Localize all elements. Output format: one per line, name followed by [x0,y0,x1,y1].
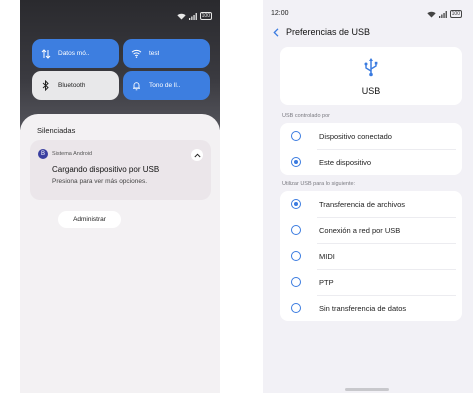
option-label: Sin transferencia de datos [319,303,407,313]
tile-ringtone[interactable]: Tono de ll.. [123,71,210,100]
tile-label: Bluetooth [58,82,86,89]
chevron-up-icon[interactable] [191,149,203,161]
option-midi[interactable]: MIDI [280,243,462,269]
radio-button[interactable] [291,277,301,287]
usb-icon [364,58,378,77]
section-title-silenced: Silenciadas [37,126,76,135]
status-time: 12:00 [271,10,289,17]
option-connected-device[interactable]: Dispositivo conectado [280,123,462,149]
usb-header-card: USB [280,47,462,105]
option-usb-tethering[interactable]: Conexión a red por USB [280,217,462,243]
radio-button[interactable] [291,251,301,261]
status-bar-right: 100 [427,10,462,18]
bluetooth-icon [40,80,51,91]
status-bar-left: 100 [177,11,212,21]
group-label-use-usb-for: Utilizar USB para lo siguiente: [282,181,356,187]
tile-mobile-data[interactable]: Datos mó.. [32,39,119,68]
tile-label: Datos mó.. [58,50,90,57]
notification-app-name: Sistema Android [52,151,93,157]
bell-icon [131,80,142,91]
notification-text: Presiona para ver más opciones. [52,178,148,185]
tile-bluetooth[interactable]: Bluetooth [32,71,119,100]
option-ptp[interactable]: PTP [280,269,462,295]
group-label-controlled-by: USB controlado por [282,113,330,119]
battery-icon: 100 [449,10,462,18]
usb-label: USB [361,86,381,96]
battery-icon: 100 [199,12,212,20]
option-label: Transferencia de archivos [319,199,406,209]
option-label: Este dispositivo [319,157,372,167]
radio-button[interactable] [291,225,301,235]
option-label: PTP [319,277,334,287]
notification-shade-screen: 100 Datos mó.. test Bluetooth Tono de ll… [20,0,220,393]
option-this-device[interactable]: Este dispositivo [280,149,462,175]
data-transfer-icon [40,48,51,59]
back-arrow-icon[interactable] [271,26,281,38]
quick-settings-panel: 100 Datos mó.. test Bluetooth Tono de ll… [20,0,220,130]
usb-preferences-screen: 12:00 100 Preferencias de USB USB USB co… [263,0,473,393]
wifi-icon [131,48,142,59]
radio-button[interactable] [291,131,301,141]
wifi-icon [177,13,186,19]
radio-button-checked[interactable] [291,199,301,209]
option-file-transfer[interactable]: Transferencia de archivos [280,191,462,217]
controlled-by-list: Dispositivo conectado Este dispositivo [280,123,462,175]
option-label: Conexión a red por USB [319,225,401,235]
tile-wifi[interactable]: test [123,39,210,68]
usb-charging-notification[interactable]: B Sistema Android Cargando dispositivo p… [30,140,211,200]
tile-label: test [149,50,160,57]
radio-button[interactable] [291,303,301,313]
radio-button-checked[interactable] [291,157,301,167]
option-no-data-transfer[interactable]: Sin transferencia de datos [280,295,462,321]
wifi-icon [427,11,436,17]
signal-icon [188,12,197,20]
tile-label: Tono de ll.. [149,82,181,89]
manage-button[interactable]: Administrar [58,211,121,228]
home-indicator[interactable] [345,388,389,391]
page-title: Preferencias de USB [286,27,371,37]
option-label: Dispositivo conectado [319,131,392,141]
android-system-icon: B [38,149,48,159]
signal-icon [438,10,447,18]
notification-title: Cargando dispositivo por USB [52,165,160,174]
option-label: MIDI [319,251,335,261]
usb-mode-list: Transferencia de archivos Conexión a red… [280,191,462,321]
